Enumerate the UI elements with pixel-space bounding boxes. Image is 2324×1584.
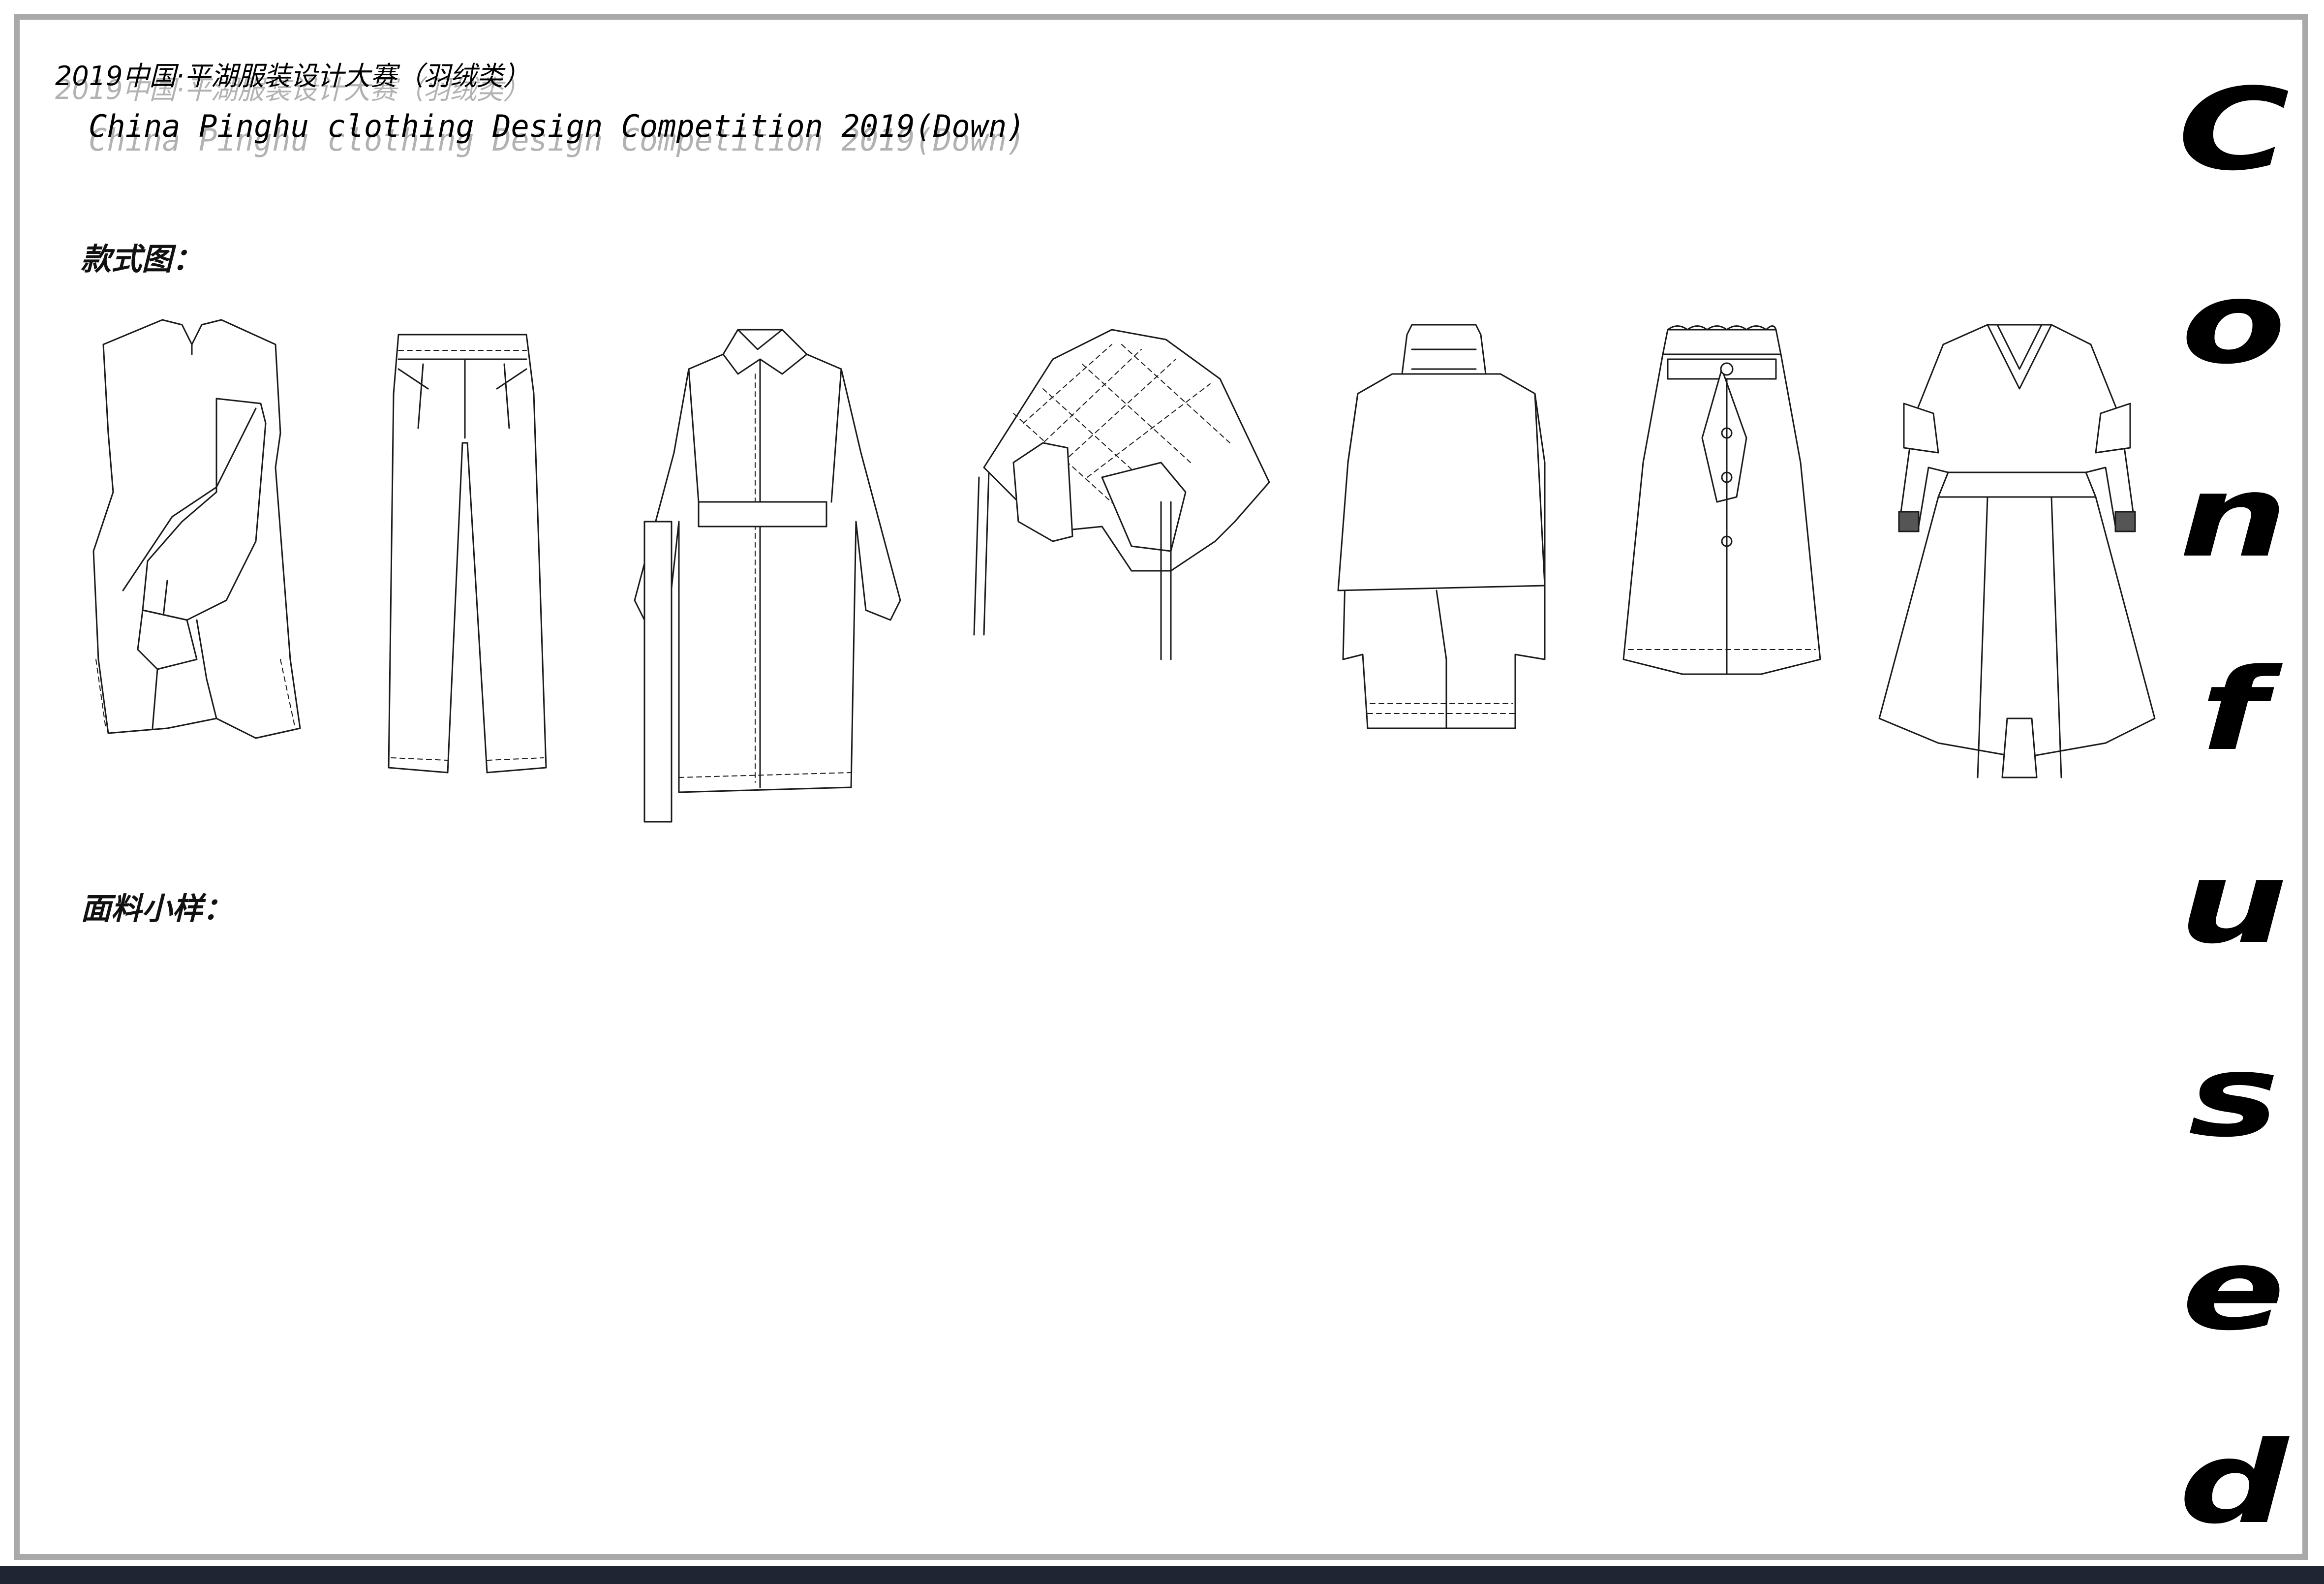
garment-trousers bbox=[388, 334, 547, 774]
garment-belted-coat bbox=[634, 329, 901, 823]
collection-letter: e bbox=[2181, 1224, 2286, 1356]
collection-letter: d bbox=[2178, 1417, 2289, 1549]
title-english-text: China Pinghu clothing Design Competition… bbox=[89, 108, 1025, 144]
design-board: 2019中国·平湖服装设计大赛（羽绒类） 2019中国·平湖服装设计大赛（羽绒类… bbox=[14, 14, 2308, 1560]
collection-letter: f bbox=[2200, 644, 2267, 776]
collection-letter: n bbox=[2179, 451, 2288, 583]
garment-draped-dress bbox=[92, 319, 301, 739]
title-english: China Pinghu clothing Design Competition… bbox=[89, 108, 1025, 158]
collection-letter: o bbox=[2181, 257, 2286, 389]
collection-letter: C bbox=[2177, 64, 2290, 196]
styles-label: 款式图： bbox=[81, 241, 203, 277]
bottom-strip bbox=[0, 1566, 2324, 1584]
collection-letter: s bbox=[2188, 1031, 2279, 1163]
collection-letter: u bbox=[2179, 838, 2288, 969]
garment-paperbag-skirt bbox=[1622, 325, 1821, 675]
title-chinese: 2019中国·平湖服装设计大赛（羽绒类） 2019中国·平湖服装设计大赛（羽绒类… bbox=[55, 54, 530, 105]
fabric-label: 面料小样： bbox=[81, 891, 234, 927]
garment-quilted-cape bbox=[973, 329, 1270, 660]
collection-name-vertical: C o n f u s e d bbox=[2174, 74, 2293, 1540]
garment-bomber-dress bbox=[1878, 324, 2156, 778]
garment-cowl-poncho bbox=[1337, 324, 1546, 729]
title-chinese-text: 2019中国·平湖服装设计大赛（羽绒类） bbox=[55, 61, 530, 92]
